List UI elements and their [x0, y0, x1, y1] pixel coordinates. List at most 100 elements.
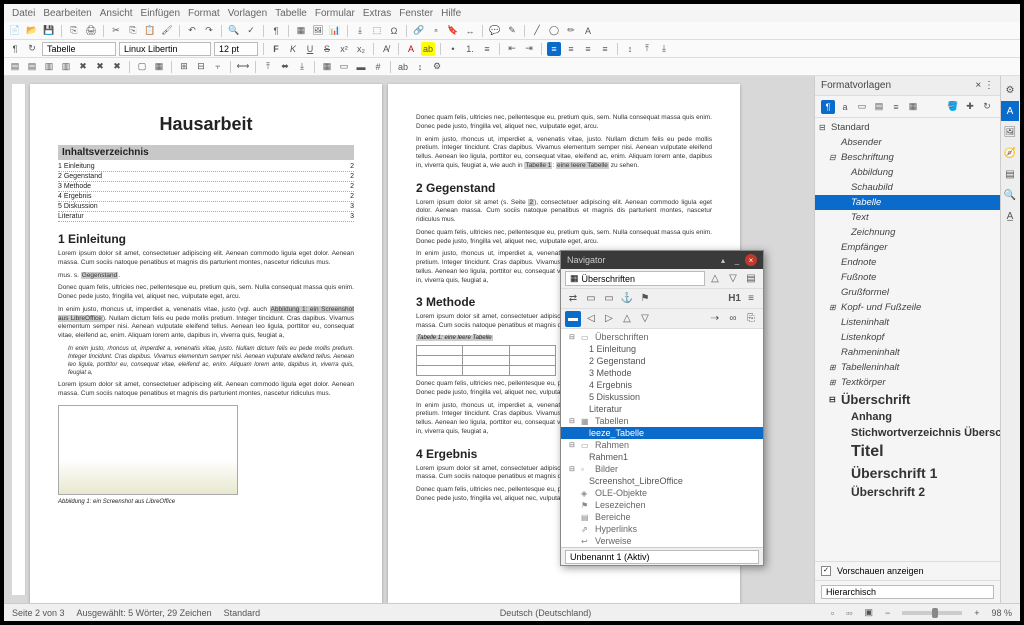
nav-tree-item[interactable]: 4 Ergebnis: [561, 379, 763, 391]
style-item[interactable]: Endnote: [815, 255, 1000, 270]
outline-icon[interactable]: ≡: [480, 42, 494, 56]
style-item[interactable]: Überschrift 1: [815, 463, 1000, 483]
border-color-icon[interactable]: ▬: [354, 60, 368, 74]
menu-format[interactable]: Format: [188, 8, 220, 19]
page-styles-icon[interactable]: ▤: [872, 100, 886, 114]
navigator-tab-icon[interactable]: 🧭: [1001, 143, 1019, 163]
nav-tree-item[interactable]: ▤Bereiche: [561, 511, 763, 523]
select-cell-icon[interactable]: ▢: [135, 60, 149, 74]
status-page[interactable]: Seite 2 von 3: [12, 608, 65, 618]
font-name-combo[interactable]: Linux Libertin: [119, 42, 211, 56]
merge-cells-icon[interactable]: ⊞: [177, 60, 191, 74]
preview-checkbox[interactable]: ✓: [821, 566, 831, 576]
page-tab-icon[interactable]: ▤: [1001, 164, 1019, 184]
style-item[interactable]: ⊞Textkörper: [815, 375, 1000, 390]
style-item[interactable]: Zeichnung: [815, 225, 1000, 240]
style-item[interactable]: Stichwortverzeichnis Übersc: [815, 425, 1000, 441]
style-item[interactable]: Titel: [815, 441, 1000, 463]
nav-tree-item[interactable]: 1 Einleitung: [561, 343, 763, 355]
bold-icon[interactable]: F: [269, 42, 283, 56]
track-changes-icon[interactable]: ✎: [505, 24, 519, 38]
style-item[interactable]: Abbildung: [815, 165, 1000, 180]
superscript-icon[interactable]: x²: [337, 42, 351, 56]
nav-footer-icon[interactable]: ▭: [601, 291, 617, 307]
nav-tree-item[interactable]: Literatur: [561, 403, 763, 415]
spellcheck-icon[interactable]: ✓: [244, 24, 258, 38]
nav-tree-item[interactable]: ⊟▦Tabellen: [561, 415, 763, 427]
status-style[interactable]: Standard: [224, 608, 261, 618]
navigator-window[interactable]: Navigator ▴ _ × ▦ Überschriften △ ▽ ▤ ⇄ …: [560, 250, 764, 566]
font-size-combo[interactable]: 12 pt: [214, 42, 258, 56]
figure-image[interactable]: [58, 405, 238, 495]
empty-table[interactable]: [416, 345, 556, 376]
menu-ansicht[interactable]: Ansicht: [100, 8, 133, 19]
toc-entry[interactable]: 2 Gegenstand2: [58, 172, 354, 182]
format-paint-icon[interactable]: 🖌: [160, 24, 174, 38]
menu-formular[interactable]: Formular: [315, 8, 355, 19]
style-item[interactable]: Schaubild: [815, 180, 1000, 195]
zoom-out-icon[interactable]: −: [885, 608, 890, 618]
comment-icon[interactable]: 💬: [488, 24, 502, 38]
nav-list-icon[interactable]: ≡: [743, 291, 759, 307]
cut-icon[interactable]: ✂: [109, 24, 123, 38]
print-icon[interactable]: 🖨: [84, 24, 98, 38]
nav-tree-item[interactable]: leeze_Tabelle: [561, 427, 763, 439]
save-icon[interactable]: 💾: [42, 24, 56, 38]
new-icon[interactable]: 📄: [8, 24, 22, 38]
style-item[interactable]: ⊟Standard: [815, 120, 1000, 135]
para-spacing-inc-icon[interactable]: ⤒: [640, 42, 654, 56]
nav-header-icon[interactable]: ▭: [583, 291, 599, 307]
optimize-icon[interactable]: ⟷: [236, 60, 250, 74]
number-list-icon[interactable]: 1.: [463, 42, 477, 56]
menu-datei[interactable]: Datei: [12, 8, 35, 19]
menu-bearbeiten[interactable]: Bearbeiten: [43, 8, 91, 19]
style-item[interactable]: Überschrift 2: [815, 483, 1000, 501]
indent-dec-icon[interactable]: ⇤: [505, 42, 519, 56]
delete-row-icon[interactable]: ✖: [76, 60, 90, 74]
menu-einfügen[interactable]: Einfügen: [141, 8, 180, 19]
split-table-icon[interactable]: ⫟: [211, 60, 225, 74]
fontwork-icon[interactable]: A: [581, 24, 595, 38]
find-icon[interactable]: 🔍: [227, 24, 241, 38]
cross-ref-icon[interactable]: ↔: [463, 24, 477, 38]
toc-entry[interactable]: 3 Methode2: [58, 182, 354, 192]
nav-up-icon[interactable]: △: [707, 271, 723, 287]
nav-link1-icon[interactable]: ⇢: [707, 311, 723, 327]
para-spacing-dec-icon[interactable]: ⤓: [657, 42, 671, 56]
view-multi-icon[interactable]: ▫▫: [846, 608, 852, 618]
fill-format-icon[interactable]: 🪣: [946, 100, 960, 114]
new-style-icon[interactable]: ✚: [963, 100, 977, 114]
style-item[interactable]: Tabelle: [815, 195, 1000, 210]
style-item[interactable]: Listeninhalt: [815, 315, 1000, 330]
inspector-tab-icon[interactable]: 🔍: [1001, 185, 1019, 205]
subscript-icon[interactable]: x₂: [354, 42, 368, 56]
nav-tree-item[interactable]: ⊟▭Rahmen: [561, 439, 763, 451]
close-icon[interactable]: ×: [975, 80, 981, 91]
paragraph-style-combo[interactable]: Tabelle: [42, 42, 116, 56]
clear-format-icon[interactable]: A̸: [379, 42, 393, 56]
border-style-icon[interactable]: ▭: [337, 60, 351, 74]
zoom-value[interactable]: 98 %: [992, 608, 1013, 618]
line-spacing-icon[interactable]: ↕: [623, 42, 637, 56]
underline-icon[interactable]: U: [303, 42, 317, 56]
sort-icon[interactable]: ↕: [413, 60, 427, 74]
menu-extras[interactable]: Extras: [363, 8, 391, 19]
shapes-icon[interactable]: ◯: [547, 24, 561, 38]
nav-tree-item[interactable]: ⊟▭Überschriften: [561, 331, 763, 343]
status-language[interactable]: Deutsch (Deutschland): [500, 608, 592, 618]
nav-demote-icon[interactable]: ▷: [601, 311, 617, 327]
align-left-icon[interactable]: ≡: [547, 42, 561, 56]
number-format-icon[interactable]: #: [371, 60, 385, 74]
menu-fenster[interactable]: Fenster: [399, 8, 433, 19]
nav-tree-item[interactable]: ⊟▫Bilder: [561, 463, 763, 475]
rollup-icon[interactable]: ▴: [717, 254, 729, 266]
nav-page-icon[interactable]: ▤: [743, 271, 759, 287]
nav-tree-item[interactable]: 5 Diskussion: [561, 391, 763, 403]
symbol-icon[interactable]: Ω: [387, 24, 401, 38]
style-item[interactable]: ⊟Überschrift: [815, 390, 1000, 409]
chart-icon[interactable]: 📊: [328, 24, 342, 38]
split-cells-icon[interactable]: ⊟: [194, 60, 208, 74]
nav-move-down-icon[interactable]: ▽: [637, 311, 653, 327]
valign-bottom-icon[interactable]: ⤓: [295, 60, 309, 74]
update-style-icon[interactable]: ↻: [980, 100, 994, 114]
